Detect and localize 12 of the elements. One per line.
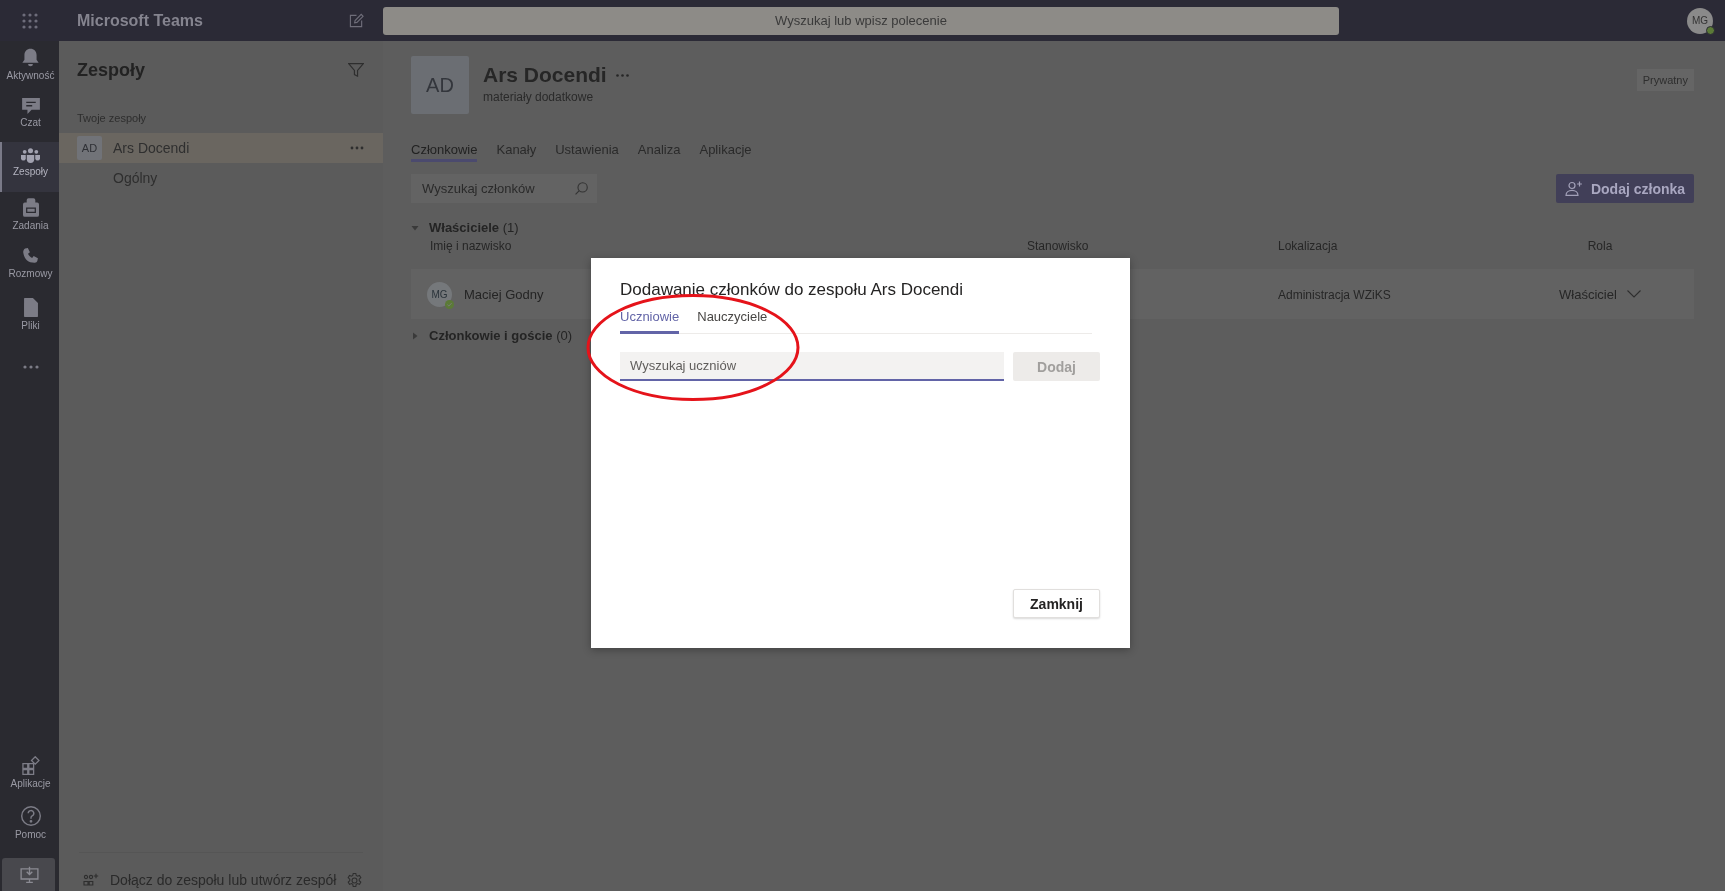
section-title: Właściciele (1) [429, 219, 519, 237]
dialog-title: Dodawanie członków do zespołu Ars Docendi [620, 279, 965, 301]
member-avatar: MG [427, 281, 452, 307]
team-name: Ars Docendi [483, 62, 607, 88]
panel-title: Zespoły [77, 59, 146, 82]
column-header: Stanowisko [1027, 239, 1089, 253]
team-avatar: AD [77, 136, 102, 160]
app-title: Microsoft Teams [77, 10, 203, 31]
section-title: Członkowie i goście (0) [429, 327, 573, 345]
member-name: Maciej Godny [464, 286, 544, 302]
team-avatar: AD [411, 56, 469, 114]
member-location: Administracja WZiKS [1278, 288, 1391, 302]
